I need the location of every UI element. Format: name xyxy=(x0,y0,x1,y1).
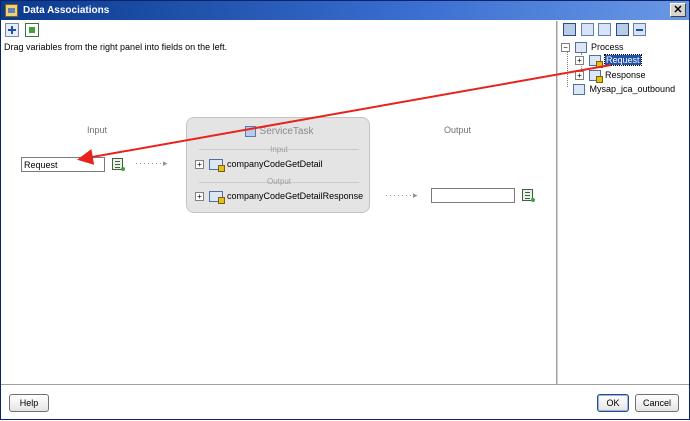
output-picker-icon[interactable] xyxy=(522,189,535,202)
flat-view-icon[interactable] xyxy=(580,23,594,36)
button-bar: Help OK Cancel xyxy=(1,384,689,419)
variable-icon xyxy=(208,159,225,173)
expand-toggle-icon[interactable]: + xyxy=(575,56,584,66)
panel-splitter[interactable] xyxy=(556,21,559,384)
output-field[interactable] xyxy=(431,188,515,203)
service-task-box: ServiceTask Input + companyCodeGetDetail… xyxy=(186,117,370,213)
input-picker-icon[interactable] xyxy=(112,158,125,171)
auto-map-icon[interactable] xyxy=(5,23,19,37)
variable-icon xyxy=(588,70,603,84)
tree-node-label: Response xyxy=(605,70,646,80)
title-bar: Data Associations ✕ xyxy=(1,1,689,20)
tree-view-icon[interactable] xyxy=(563,23,576,36)
collapse-icon[interactable] xyxy=(633,23,647,36)
service-task-title-text: ServiceTask xyxy=(259,126,314,138)
output-connector-icon: ·······▸ xyxy=(385,190,419,200)
variable-icon xyxy=(588,55,603,69)
variable-icon xyxy=(208,191,225,205)
tree-node-process[interactable]: − Process xyxy=(561,41,624,54)
expand-toggle-icon[interactable]: + xyxy=(575,71,584,81)
dialog-icon xyxy=(5,4,18,17)
tree-node-mysap[interactable]: Mysap_jca_outbound xyxy=(573,83,675,96)
tree-node-label: Request xyxy=(604,54,642,66)
service-task-input-label: Input xyxy=(270,145,288,154)
help-button[interactable]: Help xyxy=(9,394,49,412)
data-associations-dialog: Data Associations ✕ Drag variables from … xyxy=(0,0,690,420)
input-connector-icon: ·······▸ xyxy=(135,158,169,168)
service-icon xyxy=(573,84,585,96)
list-view-icon[interactable] xyxy=(598,23,612,36)
service-task-icon xyxy=(244,126,256,137)
instruction-text: Drag variables from the right panel into… xyxy=(4,42,228,52)
expand-toggle-icon[interactable]: + xyxy=(195,192,204,202)
expression-builder-icon[interactable] xyxy=(24,23,39,37)
output-column-label: Output xyxy=(444,125,472,135)
tree-line xyxy=(567,51,568,87)
close-button[interactable]: ✕ xyxy=(670,3,686,17)
service-task-output-text: companyCodeGetDetailResponse xyxy=(227,191,364,201)
expand-toggle-icon[interactable]: + xyxy=(195,160,204,170)
collapse-toggle-icon[interactable]: − xyxy=(561,43,570,53)
tree-node-label: Mysap_jca_outbound xyxy=(589,84,676,94)
ok-button[interactable]: OK xyxy=(597,394,629,412)
input-field[interactable]: Request xyxy=(21,157,105,172)
filter-icon[interactable] xyxy=(615,23,629,36)
service-task-input-text: companyCodeGetDetail xyxy=(227,159,323,169)
service-task-input-item[interactable]: + companyCodeGetDetail xyxy=(195,158,323,173)
right-toolbar xyxy=(563,23,648,39)
tree-node-response[interactable]: + Response xyxy=(575,69,646,84)
cancel-button[interactable]: Cancel xyxy=(635,394,679,412)
window-title: Data Associations xyxy=(23,5,110,16)
service-task-output-item[interactable]: + companyCodeGetDetailResponse xyxy=(195,190,364,205)
process-icon xyxy=(574,42,587,54)
input-column-label: Input xyxy=(87,125,108,135)
service-task-title: ServiceTask xyxy=(187,126,371,137)
left-toolbar xyxy=(5,23,42,39)
tree-node-label: Process xyxy=(591,42,624,52)
tree-node-request[interactable]: + Request xyxy=(575,54,642,69)
service-task-output-label: Output xyxy=(266,177,291,186)
